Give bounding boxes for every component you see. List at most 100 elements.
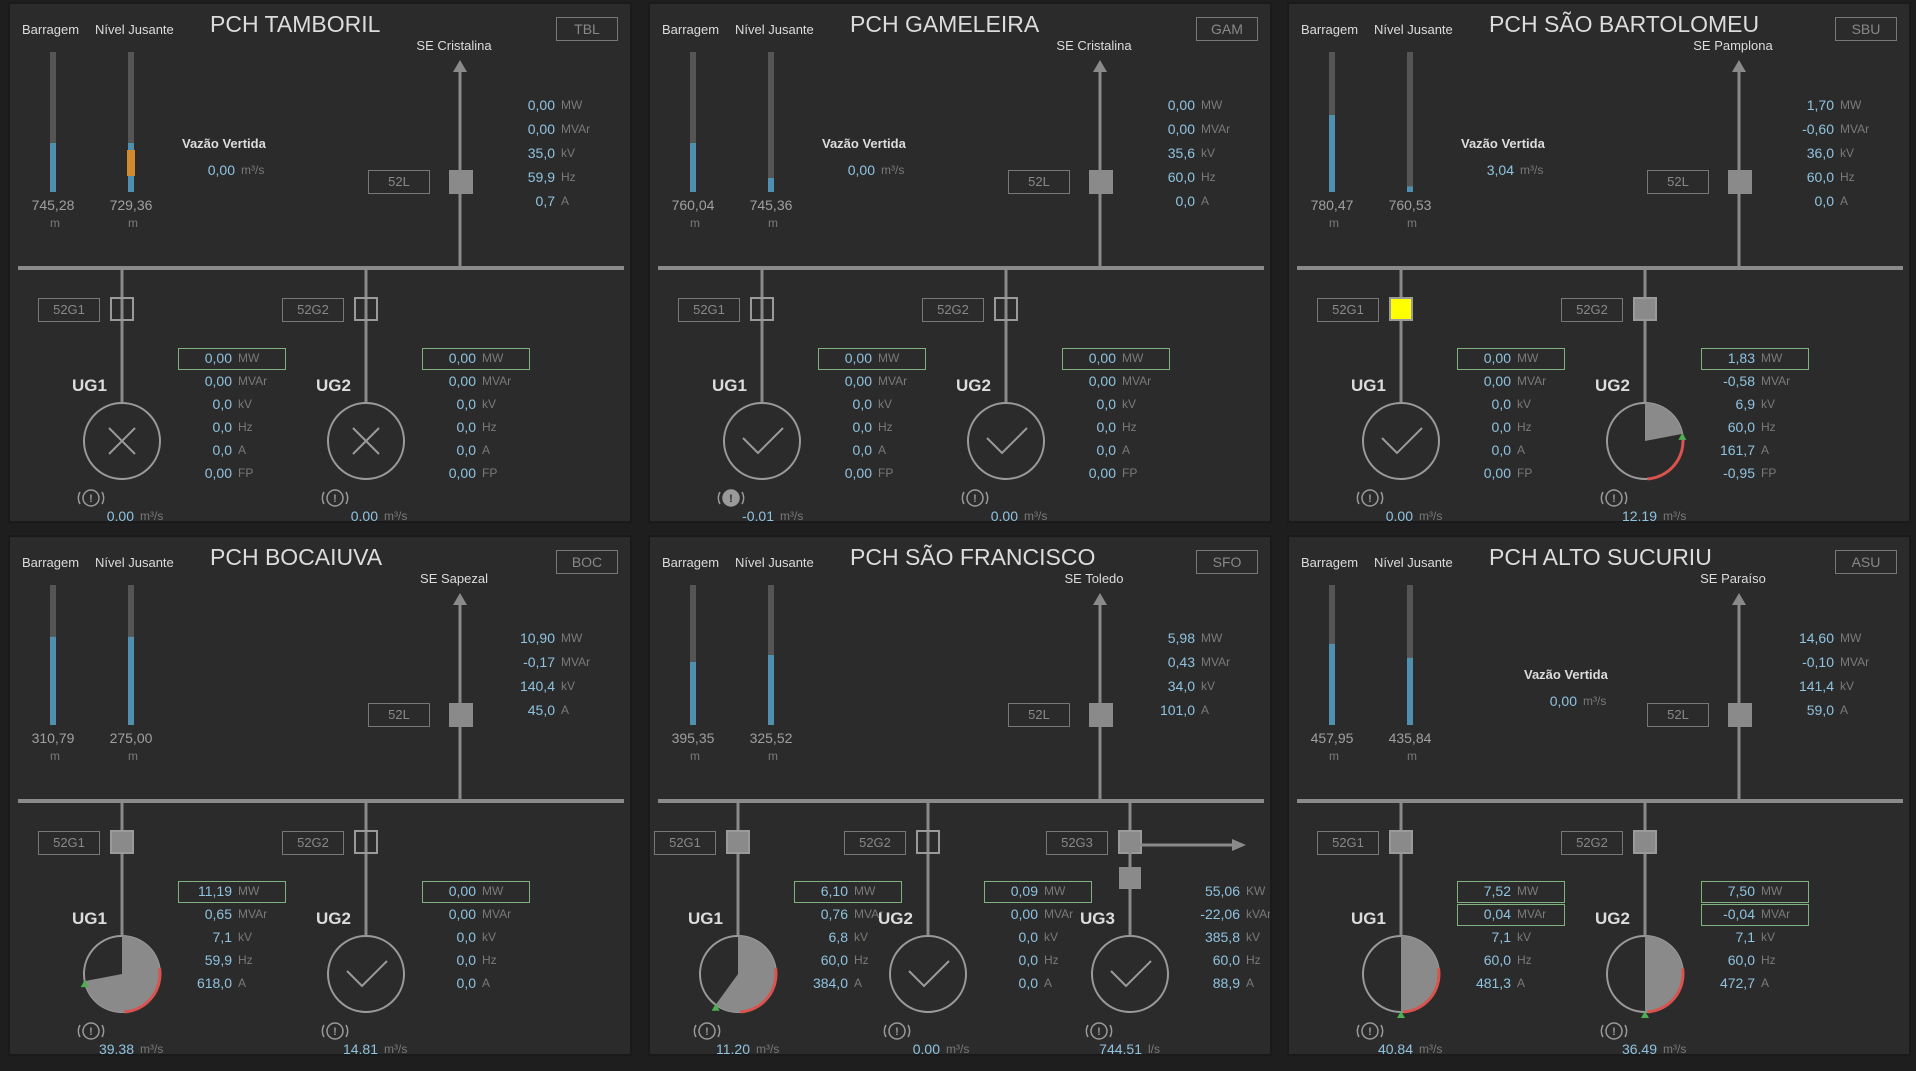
svg-text:!: ! (1097, 1026, 1101, 1038)
ug2-fp-unit: FP (1761, 466, 1777, 480)
ug3-mw-unit: KW (1246, 884, 1266, 898)
breaker-52l-label[interactable]: 52L (368, 170, 430, 194)
barragem-label: Barragem (662, 555, 720, 570)
ug1-label: UG1 (1351, 376, 1386, 395)
breaker-52l[interactable] (1089, 170, 1113, 194)
ug1-alarm-icon[interactable]: ! (717, 489, 745, 507)
ug2-unit-ring[interactable] (967, 402, 1045, 480)
ug2-breaker-label[interactable]: 52G2 (922, 298, 984, 322)
ug3-unit-ring[interactable] (1091, 935, 1169, 1013)
vazao-vertida-label: Vazão Vertida (1524, 667, 1608, 682)
ug3-a-unit: A (1246, 976, 1255, 990)
svg-text:!: ! (89, 1026, 93, 1038)
vazao-vertida-label: Vazão Vertida (1461, 136, 1545, 151)
ug1-breaker-label[interactable]: 52G1 (1317, 831, 1379, 855)
jusante-level-fill (768, 655, 774, 725)
line-mvar-unit: MVAr (1201, 655, 1231, 669)
ug1-flow-unit: m³/s (780, 509, 804, 523)
breaker-52l-label[interactable]: 52L (368, 703, 430, 727)
barragem-level-value: 395,35 (671, 730, 715, 746)
ug1-breaker-label[interactable]: 52G1 (38, 298, 100, 322)
ug1-alarm-icon[interactable]: ! (77, 1022, 105, 1040)
plant-code-button[interactable]: GAM (1196, 17, 1258, 41)
ug2-breaker-label[interactable]: 52G2 (844, 831, 906, 855)
ug2-unit-ring[interactable] (327, 935, 405, 1013)
ug1-hz-unit: Hz (1517, 953, 1532, 967)
ug1-kv-value: 6,8 (828, 929, 848, 945)
ug2-breaker-label[interactable]: 52G2 (282, 298, 344, 322)
ug2-alarm-icon[interactable]: ! (1600, 489, 1628, 507)
ug1-unit-ring[interactable] (1362, 402, 1440, 480)
feeder-arrow-icon (453, 593, 467, 605)
plant-code-button[interactable]: ASU (1835, 550, 1897, 574)
ug2-label: UG2 (1595, 376, 1630, 395)
line-a-value: 45,0 (527, 702, 555, 718)
breaker-52l[interactable] (1728, 703, 1752, 727)
ug1-alarm-icon[interactable]: ! (1356, 489, 1384, 507)
ug2-alarm-icon[interactable]: ! (1600, 1022, 1628, 1040)
ug3-export-line (1128, 843, 1240, 867)
ug1-breaker[interactable] (726, 830, 750, 854)
single-line-diagram: !! (658, 52, 1264, 507)
line-hz-value: 60,0 (1806, 169, 1834, 185)
ug3-alarm-icon[interactable]: ! (1085, 1022, 1113, 1040)
plant-code-button[interactable]: SBU (1835, 17, 1897, 41)
ug1-alarm-icon[interactable]: ! (693, 1022, 721, 1040)
ug1-breaker[interactable] (110, 830, 134, 854)
plant-code-button[interactable]: SFO (1196, 550, 1258, 574)
ug1-breaker[interactable] (1389, 297, 1413, 321)
breaker-52l-label[interactable]: 52L (1008, 170, 1070, 194)
ug1-mw-unit: MW (854, 884, 876, 898)
breaker-52l[interactable] (449, 170, 473, 194)
ug3-ready-icon (1110, 960, 1152, 988)
ug2-breaker-label[interactable]: 52G2 (1561, 831, 1623, 855)
ug2-unit-ring[interactable] (889, 935, 967, 1013)
ug2-flow-value: 14,81 (342, 1041, 378, 1056)
ug2-breaker-label[interactable]: 52G2 (282, 831, 344, 855)
breaker-52l[interactable] (1089, 703, 1113, 727)
ug1-fp-unit: FP (238, 466, 254, 480)
barragem-level-fill (1329, 643, 1335, 725)
ug1-breaker-label[interactable]: 52G1 (1317, 298, 1379, 322)
ug1-unit-ring[interactable] (723, 402, 801, 480)
line-kv-unit: kV (1840, 146, 1855, 160)
breaker-52l[interactable] (449, 703, 473, 727)
ug1-alarm-icon[interactable]: ! (1356, 1022, 1384, 1040)
ug2-breaker[interactable] (1633, 830, 1657, 854)
ug1-breaker-label[interactable]: 52G1 (38, 831, 100, 855)
breaker-52l-label[interactable]: 52L (1647, 170, 1709, 194)
ug3-aux-breaker[interactable] (1119, 867, 1141, 889)
ug1-label: UG1 (712, 376, 747, 395)
ug1-breaker[interactable] (1389, 830, 1413, 854)
ug2-breaker-label[interactable]: 52G2 (1561, 298, 1623, 322)
ug2-hz-unit: Hz (482, 953, 497, 967)
ug2-alarm-icon[interactable]: ! (961, 489, 989, 507)
ug1-breaker-label[interactable]: 52G1 (654, 831, 716, 855)
feeder-arrow-icon (1732, 60, 1746, 72)
ug2-a-unit: A (1761, 976, 1770, 990)
ug1-gauge-fill (1401, 936, 1439, 1012)
ug2-alarm-icon[interactable]: ! (321, 489, 349, 507)
ug2-breaker[interactable] (1633, 297, 1657, 321)
line-mw-value: 14,60 (1798, 630, 1834, 646)
ug2-label: UG2 (878, 909, 913, 928)
svg-text:!: ! (1368, 493, 1372, 505)
ug1-ready-icon (1381, 427, 1423, 455)
line-kv-value: 36,0 (1806, 145, 1834, 161)
ug2-alarm-icon[interactable]: ! (883, 1022, 911, 1040)
ug3-breaker-label[interactable]: 52G3 (1046, 831, 1108, 855)
plant-code-button[interactable]: BOC (556, 550, 618, 574)
breaker-52l-label[interactable]: 52L (1647, 703, 1709, 727)
breaker-52l-label[interactable]: 52L (1008, 703, 1070, 727)
ug2-fp-value: 0,00 (1088, 465, 1116, 481)
breaker-52l[interactable] (1728, 170, 1752, 194)
ug2-alarm-icon[interactable]: ! (321, 1022, 349, 1040)
ug1-alarm-icon[interactable]: ! (77, 489, 105, 507)
vazao-vertida-value: 0,00 (207, 162, 235, 178)
barragem-level-value: 310,79 (31, 730, 75, 746)
ug1-breaker-label[interactable]: 52G1 (678, 298, 740, 322)
single-line-diagram: !! (18, 52, 624, 507)
ug2-kv-value: 0,0 (456, 929, 476, 945)
plant-code-button[interactable]: TBL (556, 17, 618, 41)
substation-label: SE Paraíso (1700, 571, 1766, 586)
